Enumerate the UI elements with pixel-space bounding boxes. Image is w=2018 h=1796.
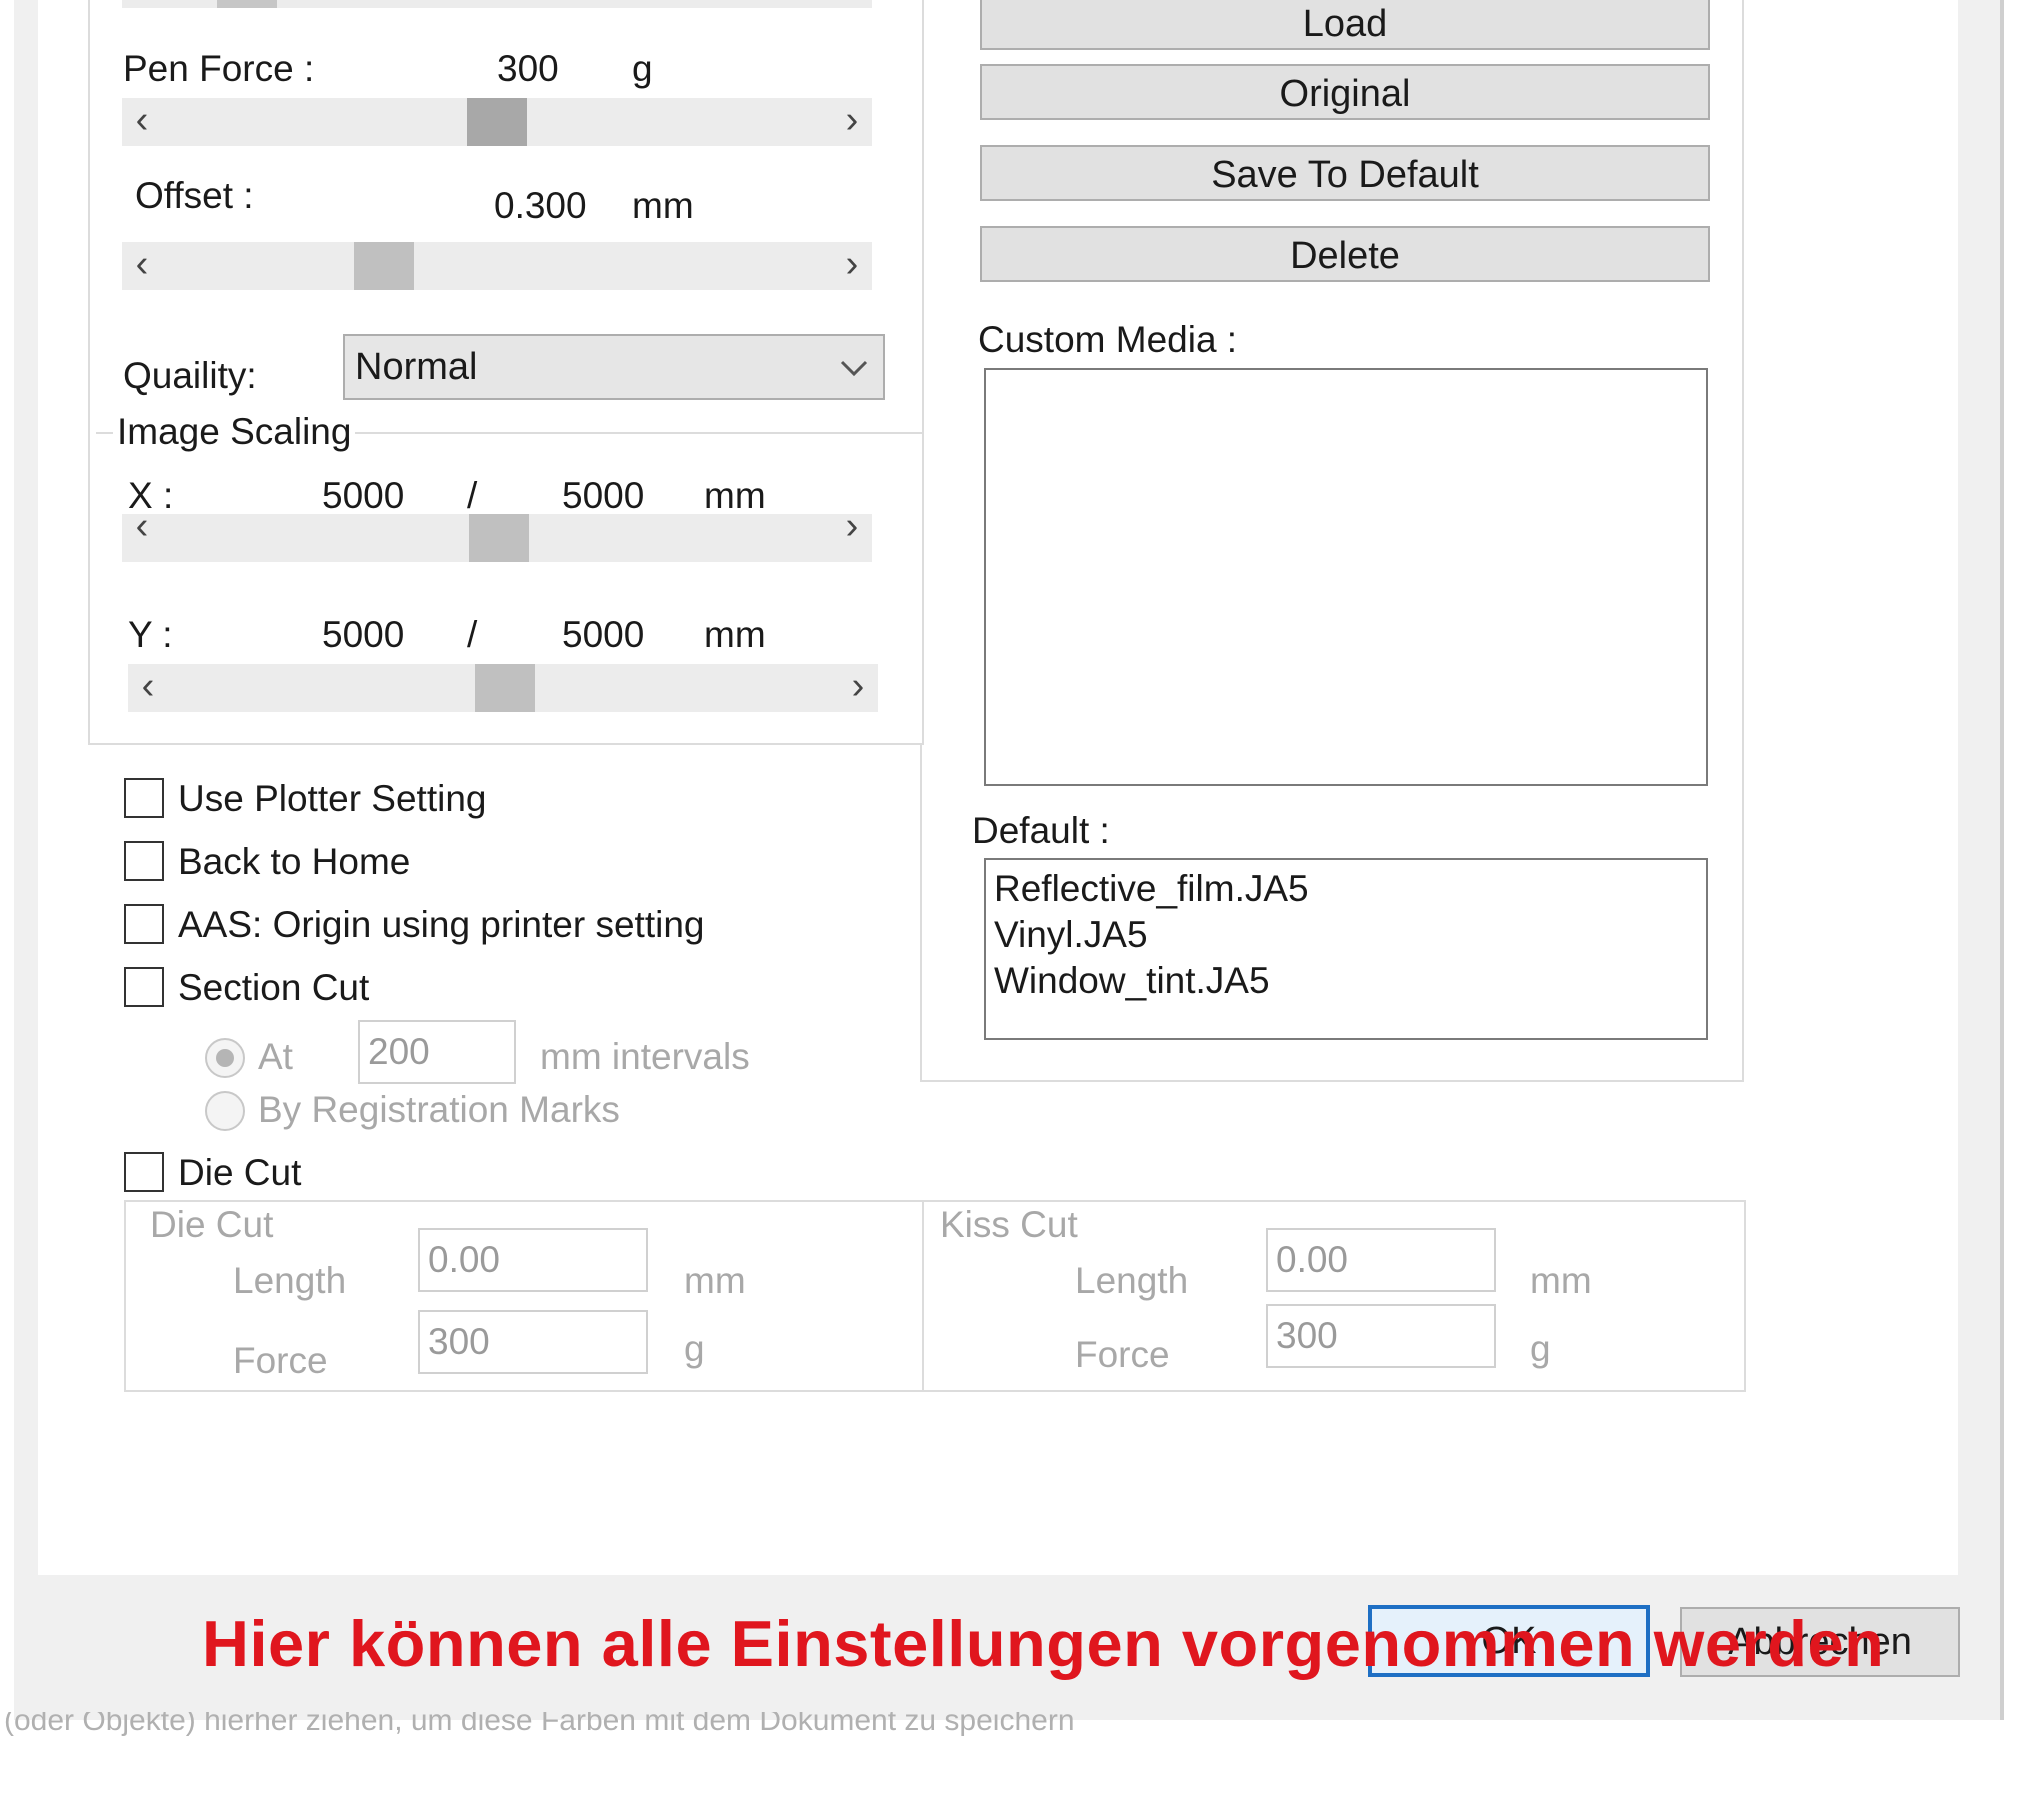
chevron-left-icon[interactable]: ‹ [122,98,162,146]
chevron-right-icon[interactable]: › [832,98,872,146]
load-button[interactable]: Load [980,0,1710,50]
frame-line [1742,0,1744,1082]
list-item[interactable]: Reflective_film.JA5 [994,866,1309,912]
die-length-label: Length [233,1260,347,1301]
pen-force-label: Pen Force : [123,48,315,89]
back-home-label: Back to Home [178,841,411,882]
chevron-left-icon[interactable]: ‹ [122,504,162,552]
use-plotter-label: Use Plotter Setting [178,778,487,819]
registration-label: By Registration Marks [258,1089,620,1130]
back-home-checkbox[interactable] [124,841,164,881]
frame-line [920,745,922,1082]
die-cut-title: Die Cut [146,1204,278,1246]
quality-selected: Normal [355,346,478,388]
offset-label: Offset : [135,175,254,216]
chevron-right-icon[interactable]: › [838,664,878,712]
frame-line [920,1080,1744,1082]
kiss-force-label: Force [1075,1334,1170,1375]
die-force-unit: g [684,1328,705,1369]
pen-force-value: 300 [497,48,559,89]
die-length-input[interactable]: 0.00 [418,1228,648,1292]
scale-y-unit: mm [704,614,766,655]
quality-select[interactable]: Normal [343,334,885,400]
kiss-force-unit: g [1530,1328,1551,1369]
offset-slider[interactable]: ‹ › [122,242,872,290]
status-text: (oder Objekte) hierher ziehen, um diese … [4,1712,1075,1736]
kiss-length-label: Length [1075,1260,1189,1301]
slider-thumb[interactable] [354,242,414,290]
custom-media-label: Custom Media : [978,319,1238,360]
chevron-down-icon [840,360,868,377]
section-cut-label: Section Cut [178,967,370,1008]
chevron-left-icon[interactable]: ‹ [128,664,168,712]
at-label: At [258,1036,293,1077]
default-media-list[interactable]: Reflective_film.JA5 Vinyl.JA5 Window_tin… [984,858,1708,1040]
kiss-cut-title: Kiss Cut [936,1204,1082,1246]
scale-y-slider[interactable]: ‹ › [128,664,878,712]
scale-y-max: 5000 [562,614,645,655]
quality-label: Quaility: [123,355,257,396]
interval-input[interactable]: 200 [358,1020,516,1084]
kiss-length-input[interactable]: 0.00 [1266,1228,1496,1292]
aas-checkbox[interactable] [124,904,164,944]
use-plotter-checkbox[interactable] [124,778,164,818]
default-label: Default : [972,810,1110,851]
slider-thumb[interactable] [469,514,529,562]
list-item[interactable]: Vinyl.JA5 [994,912,1148,958]
pen-force-slider[interactable]: ‹ › [122,98,872,146]
aas-label: AAS: Origin using printer setting [178,904,705,945]
status-bar: (oder Objekte) hierher ziehen, um diese … [0,1712,2018,1736]
scale-x-sep: / [467,475,478,516]
interval-unit: mm intervals [540,1036,750,1077]
die-force-input[interactable]: 300 [418,1310,648,1374]
section-cut-checkbox[interactable] [124,967,164,1007]
scale-x-slider[interactable]: ‹ › [122,505,872,562]
slider-thumb[interactable] [467,98,527,146]
scale-y-value: 5000 [322,614,405,655]
chevron-left-icon[interactable]: ‹ [122,242,162,290]
die-cut-checkbox[interactable] [124,1152,164,1192]
scale-x-unit: mm [704,475,766,516]
save-default-button[interactable]: Save To Default [980,145,1710,201]
frame-line [88,0,90,745]
pen-force-unit: g [632,48,653,89]
delete-button[interactable]: Delete [980,226,1710,282]
custom-media-list[interactable] [984,368,1708,786]
original-button[interactable]: Original [980,64,1710,120]
scale-y-label: Y : [128,614,173,655]
at-radio[interactable] [205,1038,245,1078]
die-length-unit: mm [684,1260,746,1301]
offset-value: 0.300 [494,185,587,226]
kiss-force-input[interactable]: 300 [1266,1304,1496,1368]
kiss-length-unit: mm [1530,1260,1592,1301]
scale-y-sep: / [467,614,478,655]
list-item[interactable]: Window_tint.JA5 [994,958,1270,1004]
frame-line [922,0,924,745]
scale-x-value: 5000 [322,475,405,516]
die-cut-label: Die Cut [178,1152,302,1193]
chevron-right-icon[interactable]: › [832,504,872,552]
offset-unit: mm [632,185,694,226]
chevron-right-icon[interactable]: › [832,242,872,290]
image-scaling-title: Image Scaling [113,411,356,453]
overlay-caption: Hier können alle Einstellungen vorgenomm… [202,1607,1885,1680]
registration-radio[interactable] [205,1091,245,1131]
scale-x-max: 5000 [562,475,645,516]
slider-thumb[interactable] [475,664,535,712]
frame-line [88,743,924,745]
top-scrollbar[interactable] [122,0,872,8]
die-force-label: Force [233,1340,328,1381]
